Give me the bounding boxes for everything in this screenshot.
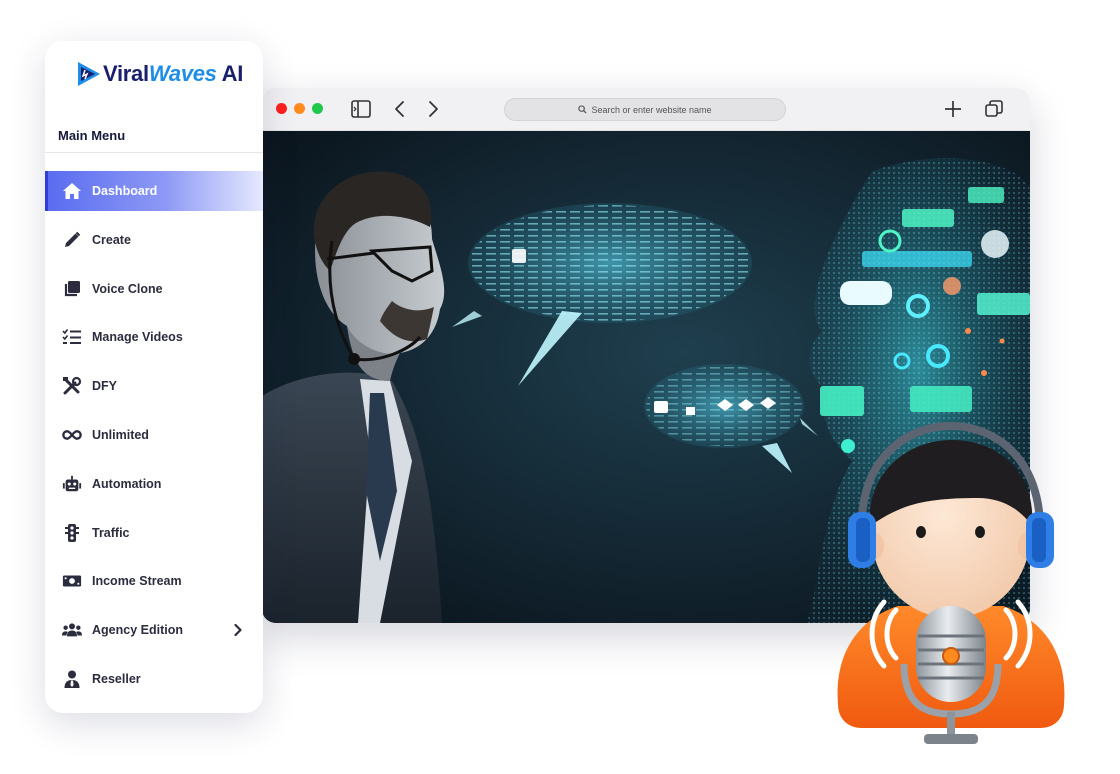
close-window-button[interactable] <box>276 103 287 114</box>
sidebar-item-label: Agency Edition <box>92 623 183 638</box>
sidebar-item-label: Traffic <box>92 525 130 540</box>
forward-arrow-icon[interactable] <box>422 98 444 120</box>
sidebar-item-label: Dashboard <box>92 184 158 198</box>
menu-divider <box>45 152 263 153</box>
home-icon <box>62 181 82 201</box>
sidebar-item-unlimited[interactable]: Unlimited <box>45 415 263 455</box>
copy-icon <box>62 279 82 299</box>
search-icon <box>578 105 587 114</box>
infinity-icon <box>62 425 82 445</box>
sidebar-item-label: Voice Clone <box>92 281 163 296</box>
sidebar-item-label: Manage Videos <box>92 330 183 345</box>
sidebar-item-create[interactable]: Create <box>45 220 263 260</box>
brand-logo[interactable]: ViralWaves AI <box>75 58 243 90</box>
address-bar[interactable]: Search or enter website name <box>504 98 786 121</box>
traffic-light-icon <box>62 523 82 543</box>
user-tie-icon <box>62 669 82 689</box>
sidebar-item-dfy[interactable]: DFY <box>45 366 263 406</box>
sidebar-item-reseller[interactable]: Reseller <box>45 659 263 699</box>
sidebar-menu-card: ViralWaves AI Main Menu Dashboard Create… <box>45 41 263 713</box>
brand-name: ViralWaves AI <box>103 61 244 86</box>
minimize-window-button[interactable] <box>294 103 305 114</box>
sidebar-item-label: Income Stream <box>92 574 182 589</box>
users-icon <box>62 620 82 640</box>
sidebar-toggle-icon[interactable] <box>350 98 372 120</box>
sidebar-item-label: Automation <box>92 476 162 491</box>
pencil-icon <box>62 230 82 250</box>
money-icon <box>62 571 82 591</box>
tools-icon <box>62 376 82 396</box>
sidebar-item-agency-edition[interactable]: Agency Edition <box>45 610 263 650</box>
robot-icon <box>62 474 82 494</box>
main-menu: Dashboard Create Voice Clone Manage Vide… <box>45 171 263 708</box>
menu-title: Main Menu <box>58 128 126 143</box>
maximize-window-button[interactable] <box>312 103 323 114</box>
back-arrow-icon[interactable] <box>389 98 411 120</box>
sidebar-item-manage-videos[interactable]: Manage Videos <box>45 317 263 357</box>
new-tab-plus-icon[interactable] <box>942 98 964 120</box>
checklist-icon <box>62 327 82 347</box>
podcaster-mascot-illustration <box>837 421 1065 744</box>
sidebar-item-label: Unlimited <box>92 427 149 442</box>
browser-toolbar: Search or enter website name <box>262 88 1030 131</box>
sidebar-item-label: Create <box>92 232 131 247</box>
address-placeholder: Search or enter website name <box>591 104 712 115</box>
play-wave-logo-icon <box>78 62 100 86</box>
sidebar-item-traffic[interactable]: Traffic <box>45 513 263 553</box>
chevron-right-icon[interactable] <box>233 623 243 637</box>
tabs-overview-icon[interactable] <box>983 98 1005 120</box>
sidebar-item-label: DFY <box>92 379 117 394</box>
sidebar-item-income-stream[interactable]: Income Stream <box>45 561 263 601</box>
sidebar-item-automation[interactable]: Automation <box>45 464 263 504</box>
sidebar-item-label: Reseller <box>92 671 141 686</box>
sidebar-item-dashboard[interactable]: Dashboard <box>45 171 263 211</box>
sidebar-item-voice-clone[interactable]: Voice Clone <box>45 269 263 309</box>
